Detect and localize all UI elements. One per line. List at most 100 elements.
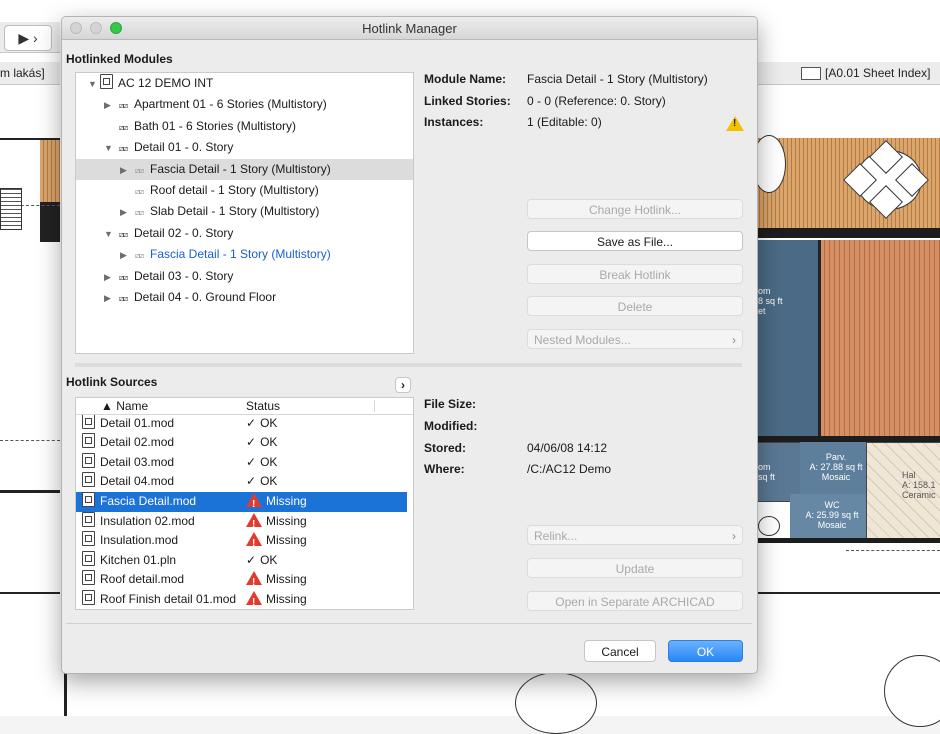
module-tree-item-content: ▶ ⧄⧄ Fascia Detail - 1 Story (Multistory) bbox=[120, 159, 331, 181]
room-label-line: om bbox=[758, 462, 771, 472]
source-status-text: OK bbox=[260, 474, 278, 489]
module-tree-item-content: ▶ ⧄⧄ Slab Detail - 1 Story (Multistory) bbox=[120, 201, 319, 223]
panel-splitter[interactable] bbox=[75, 363, 742, 367]
basin-shape bbox=[758, 516, 780, 536]
disclosure-open-icon[interactable]: ▼ bbox=[104, 224, 116, 245]
column-status-header[interactable]: Status bbox=[246, 399, 280, 413]
title-bar[interactable]: Hotlink Manager bbox=[62, 17, 757, 40]
disclosure-closed-icon[interactable]: ▶ bbox=[120, 160, 132, 181]
module-tree-item[interactable]: ▶ ⧄⧄ Fascia Detail - 1 Story (Multistory) bbox=[76, 244, 413, 265]
module-tree-item-label: AC 12 DEMO INT bbox=[118, 76, 214, 90]
room-label-line: om bbox=[758, 286, 771, 296]
relink-button[interactable]: Relink... › bbox=[527, 525, 743, 545]
module-icon: ⧄⧄ bbox=[118, 229, 128, 239]
break-hotlink-button[interactable]: Break Hotlink bbox=[527, 264, 743, 284]
column-name-header[interactable]: ▲ Name bbox=[101, 399, 148, 413]
hotlink-sources-heading: Hotlink Sources bbox=[66, 375, 158, 389]
disclosure-open-icon[interactable]: ▼ bbox=[88, 74, 100, 95]
module-tree-item[interactable]: ▶ ⧄⧄ Fascia Detail - 1 Story (Multistory) bbox=[76, 158, 413, 181]
source-name-text: Insulation.mod bbox=[100, 533, 179, 548]
module-tree-item[interactable]: ⧄⧄ Roof detail - 1 Story (Multistory) bbox=[76, 180, 413, 201]
source-name-cell: Kitchen 01.pln bbox=[82, 550, 177, 570]
disclosure-closed-icon[interactable]: ▶ bbox=[120, 245, 132, 266]
ok-button[interactable]: OK bbox=[668, 640, 743, 662]
update-button[interactable]: Update bbox=[527, 558, 743, 578]
source-list-item[interactable]: Detail 02.mod ✓ OK bbox=[76, 433, 407, 453]
module-tree-item-label: Detail 04 - 0. Ground Floor bbox=[134, 290, 277, 304]
module-tree-item[interactable]: ▼ ⧄⧄ Detail 01 - 0. Story bbox=[76, 137, 413, 158]
checkmark-icon: ✓ bbox=[246, 454, 257, 469]
source-list-item[interactable]: Insulation 02.mod Missing bbox=[76, 511, 407, 534]
instances-value: 1 (Editable: 0) bbox=[527, 115, 602, 129]
disclosure-closed-icon[interactable]: ▶ bbox=[104, 288, 116, 309]
save-as-file-button[interactable]: Save as File... bbox=[527, 231, 743, 251]
module-tree-item[interactable]: ▼ AC 12 DEMO INT bbox=[76, 73, 413, 94]
module-tree-item[interactable]: ▶ ⧄⧄ Slab Detail - 1 Story (Multistory) bbox=[76, 201, 413, 222]
sheet-icon bbox=[801, 67, 821, 80]
pointer-tool-button[interactable]: ▶ › bbox=[4, 25, 52, 51]
source-list-item[interactable]: Detail 04.mod ✓ OK bbox=[76, 472, 407, 492]
wall-line bbox=[0, 138, 60, 140]
nested-modules-button[interactable]: Nested Modules... › bbox=[527, 329, 743, 349]
source-status-cell: Missing bbox=[246, 570, 307, 592]
view-tab-left[interactable]: m lakás] bbox=[0, 62, 60, 85]
footer-divider bbox=[66, 623, 752, 624]
room-label-line: A: 27.88 sq ft bbox=[809, 462, 863, 472]
source-name-text: Roof detail.mod bbox=[100, 572, 185, 587]
source-list-item[interactable]: Detail 03.mod ✓ OK bbox=[76, 452, 407, 473]
module-tree-item[interactable]: ▶ ⧄⧄ Apartment 01 - 6 Stories (Multistory) bbox=[76, 94, 413, 115]
source-list-item[interactable]: Detail 01.mod ✓ OK bbox=[76, 413, 407, 434]
file-icon bbox=[100, 74, 113, 89]
source-name-cell: Insulation 02.mod bbox=[82, 511, 195, 531]
module-tree-item[interactable]: ▶ ⧄⧄ Detail 04 - 0. Ground Floor bbox=[76, 287, 413, 308]
source-list-item[interactable]: Kitchen 01.pln ✓ OK bbox=[76, 550, 407, 571]
modules-tree[interactable]: ▼ AC 12 DEMO INT ▶ ⧄⧄ Apartment 01 - 6 Stori… bbox=[75, 72, 414, 354]
source-name-cell: Detail 04.mod bbox=[82, 472, 174, 491]
wall-line bbox=[0, 592, 60, 594]
disclosure-open-icon[interactable]: ▼ bbox=[104, 138, 116, 159]
module-tree-item-label: Detail 02 - 0. Story bbox=[134, 225, 234, 240]
disclosure-closed-icon[interactable]: ▶ bbox=[120, 202, 132, 223]
module-tree-item[interactable]: ⧄⧄ Bath 01 - 6 Stories (Multistory) bbox=[76, 116, 413, 137]
source-status-text: Missing bbox=[266, 572, 307, 587]
source-list-item[interactable]: Roof Finish detail 01.mod Missing bbox=[76, 590, 407, 609]
wall-line bbox=[756, 592, 940, 594]
file-icon bbox=[82, 452, 95, 468]
module-tree-item-label: Apartment 01 - 6 Stories (Multistory) bbox=[134, 97, 327, 112]
room-label-line: WC bbox=[824, 500, 840, 510]
change-hotlink-button[interactable]: Change Hotlink... bbox=[527, 199, 743, 219]
cancel-button[interactable]: Cancel bbox=[584, 640, 656, 662]
module-tree-item-label: Detail 01 - 0. Story bbox=[134, 140, 234, 155]
delete-button[interactable]: Delete bbox=[527, 296, 743, 316]
room-label-line: A: 158.1 bbox=[902, 480, 936, 490]
source-list-item[interactable]: Roof detail.mod Missing bbox=[76, 570, 407, 592]
disclosure-closed-icon[interactable]: ▶ bbox=[104, 267, 116, 288]
module-icon: ⧄⧄ bbox=[134, 165, 144, 175]
module-tree-item-label: Roof detail - 1 Story (Multistory) bbox=[150, 183, 319, 197]
source-list-item[interactable]: Insulation.mod Missing bbox=[76, 531, 407, 553]
sources-expand-button[interactable]: › bbox=[395, 377, 411, 393]
module-tree-item[interactable]: ▼ ⧄⧄ Detail 02 - 0. Story bbox=[76, 223, 413, 244]
source-list-item[interactable]: Fascia Detail.mod Missing bbox=[76, 492, 407, 514]
source-name-text: Kitchen 01.pln bbox=[100, 552, 177, 567]
wall-line bbox=[0, 490, 60, 493]
view-tab-sheet-index[interactable]: [A0.01 Sheet Index] bbox=[756, 62, 940, 85]
room-label-line: Mosaic bbox=[817, 520, 847, 530]
module-tree-item-content: ▶ ⧄⧄ Apartment 01 - 6 Stories (Multistory) bbox=[104, 94, 327, 116]
file-size-label: File Size: bbox=[424, 397, 477, 411]
room-label-parv: Parv. A: 27.88 sq ft Mosaic bbox=[806, 452, 866, 482]
source-name-text: Fascia Detail.mod bbox=[100, 494, 197, 508]
disclosure-closed-icon[interactable]: ▶ bbox=[104, 95, 116, 116]
sources-list[interactable]: ▲ Name Status Bath 01.pln✓OKDetail 01.mo… bbox=[75, 397, 414, 610]
wall-line bbox=[40, 202, 60, 242]
module-tree-item[interactable]: ▶ ⧄⧄ Detail 03 - 0. Story bbox=[76, 266, 413, 287]
source-status-text: OK bbox=[260, 552, 278, 567]
open-separate-archicad-button[interactable]: Open in Separate ARCHICAD bbox=[527, 591, 743, 611]
source-status-text: Missing bbox=[266, 592, 307, 606]
module-tree-item-label: Fascia Detail - 1 Story (Multistory) bbox=[150, 247, 331, 262]
file-icon bbox=[82, 531, 95, 547]
room-fill-blue bbox=[756, 240, 818, 436]
source-name-text: Roof Finish detail 01.mod bbox=[100, 592, 237, 606]
file-icon bbox=[82, 433, 95, 449]
tool-strip: ▶ › bbox=[0, 22, 60, 53]
